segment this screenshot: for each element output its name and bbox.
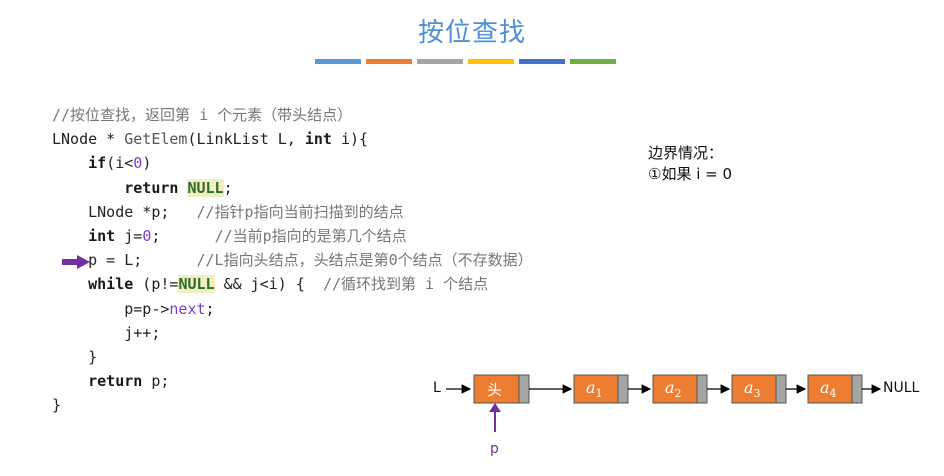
code-token: i){	[331, 130, 369, 149]
l-label: L	[433, 380, 441, 396]
node-a1-next	[617, 374, 629, 404]
code-null-highlight: NULL	[178, 275, 215, 294]
boundary-notes: 边界情况： ①如果 i = 0	[648, 143, 732, 185]
code-keyword: return	[124, 178, 179, 197]
color-segment-orange	[366, 59, 412, 64]
code-token: j++;	[124, 323, 161, 342]
code-keyword: return	[88, 372, 143, 391]
code-keyword: while	[88, 275, 134, 294]
current-line-arrow-icon	[62, 255, 90, 269]
code-line-10: j++;	[52, 321, 533, 345]
p-label: p	[490, 441, 499, 457]
code-block: //按位查找，返回第 i 个元素（带头结点） LNode * GetElem(L…	[52, 103, 533, 417]
code-comment: //L指向头结点，头结点是第0个结点（不存数据）	[196, 251, 533, 270]
code-token: }	[88, 347, 98, 366]
code-line-3: if(i<0)	[52, 151, 533, 175]
code-line-9: p=p->next;	[52, 297, 533, 321]
code-line-2: LNode * GetElem(LinkList L, int i){	[52, 127, 533, 151]
code-token: ;	[151, 226, 161, 245]
code-comment: //循环找到第 i 个结点	[322, 275, 489, 294]
page-title: 按位查找	[417, 18, 526, 48]
code-line-4: return NULL;	[52, 176, 533, 200]
notes-case-1: ①如果 i = 0	[648, 165, 733, 183]
code-line-1: //按位查找，返回第 i 个元素（带头结点）	[52, 103, 533, 127]
code-line-8: while (p!=NULL && j<i) { //循环找到第 i 个结点	[52, 272, 533, 296]
code-keyword: int	[88, 226, 116, 245]
code-number: 0	[133, 154, 143, 173]
title-color-bar	[315, 59, 621, 64]
node-a4-next	[851, 374, 863, 404]
code-token: p = L;	[88, 251, 143, 270]
code-type: LNode	[52, 130, 98, 149]
code-token: j=	[115, 226, 143, 245]
color-segment-blue	[315, 59, 361, 64]
notes-heading: 边界情况：	[648, 144, 724, 162]
color-segment-gray	[417, 59, 463, 64]
color-segment-yellow	[468, 59, 514, 64]
code-token: && j<i) {	[214, 275, 305, 294]
code-comment: //当前p指向的是第几个结点	[214, 226, 407, 245]
node-a3-label: a3	[744, 378, 761, 401]
node-a2-next	[696, 374, 708, 404]
color-segment-darkblue	[519, 59, 565, 64]
code-number: 0	[142, 226, 152, 245]
node-a1-label: a1	[586, 378, 603, 401]
node-a3-next	[775, 374, 787, 404]
code-keyword: if	[88, 154, 107, 173]
code-token: ;	[223, 178, 233, 197]
color-segment-green	[570, 59, 616, 64]
code-null-highlight: NULL	[187, 178, 224, 197]
code-keyword: int	[304, 130, 332, 149]
node-a2-label: a2	[665, 378, 682, 401]
code-token: (i<	[106, 154, 134, 173]
code-token: (LinkList L,	[187, 130, 305, 149]
code-function-name: GetElem	[124, 130, 188, 149]
code-token: (p!=	[133, 275, 179, 294]
code-token: LNode *p;	[88, 202, 170, 221]
null-label: NULL	[883, 380, 920, 396]
code-line-7: p = L; //L指向头结点，头结点是第0个结点（不存数据）	[52, 248, 533, 272]
code-line-5: LNode *p; //指针p指向当前扫描到的结点	[52, 200, 533, 224]
code-line-12: return p;	[52, 369, 533, 393]
code-token: )	[142, 154, 152, 173]
code-token: *	[97, 130, 125, 149]
code-token: p=p->	[124, 299, 170, 318]
head-node-label: 头	[487, 381, 503, 399]
code-line-13: }	[52, 393, 533, 417]
code-line-6: int j=0; //当前p指向的是第几个结点	[52, 224, 533, 248]
code-line-11: }	[52, 345, 533, 369]
code-token: p;	[142, 372, 170, 391]
code-field: next	[169, 299, 206, 318]
code-comment: //按位查找，返回第 i 个元素（带头结点）	[52, 106, 353, 124]
code-comment: //指针p指向当前扫描到的结点	[196, 202, 404, 221]
node-a4-label: a4	[820, 378, 837, 401]
code-token: }	[52, 396, 62, 415]
code-token: ;	[205, 299, 215, 318]
